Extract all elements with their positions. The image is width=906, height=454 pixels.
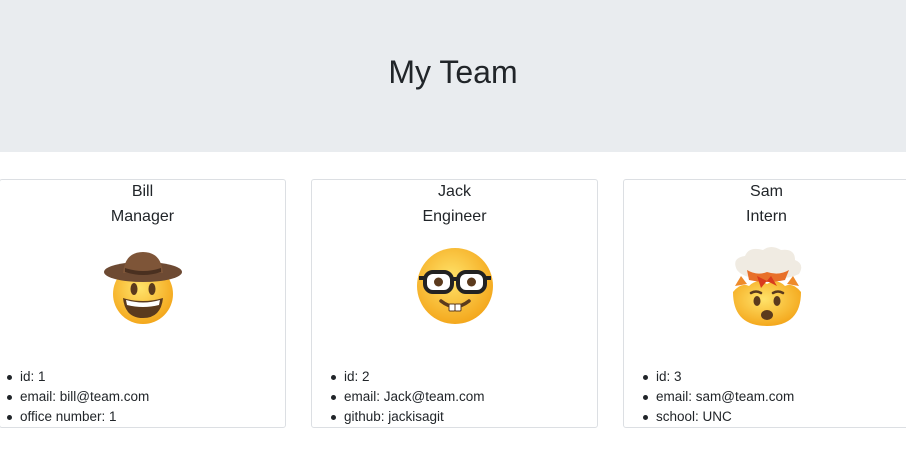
list-item: office number: 1	[6, 407, 149, 427]
employee-card-bill: Bill Manager id: 1 email: bill@team.com …	[0, 179, 286, 428]
list-item: email: Jack@team.com	[330, 387, 485, 407]
employee-name: Sam	[750, 183, 783, 200]
employee-name: Jack	[438, 183, 471, 200]
employee-role: Intern	[746, 208, 787, 225]
employee-details: id: 1 email: bill@team.com office number…	[6, 367, 149, 427]
employee-details: id: 3 email: sam@team.com school: UNC	[642, 367, 794, 427]
list-item: github: jackisagit	[330, 407, 485, 427]
cowboy-face-icon	[103, 252, 182, 324]
list-item: id: 3	[642, 367, 794, 387]
employee-card-jack: Jack Engineer id: 2 email: Jack@team.com…	[311, 179, 598, 428]
list-item: id: 1	[6, 367, 149, 387]
list-item: email: sam@team.com	[642, 387, 794, 407]
employee-details: id: 2 email: Jack@team.com github: jacki…	[330, 367, 485, 427]
employee-role: Engineer	[422, 208, 487, 225]
list-item: school: UNC	[642, 407, 794, 427]
employee-card-sam: Sam Intern id: 3 email: sam@team.com sch…	[623, 179, 906, 428]
list-item: email: bill@team.com	[6, 387, 149, 407]
employee-name: Bill	[131, 183, 154, 200]
page-title: My Team	[388, 53, 518, 90]
exploding-head-icon	[732, 247, 801, 326]
nerd-face-icon	[416, 248, 493, 324]
list-item: id: 2	[330, 367, 485, 387]
employee-role: Manager	[110, 208, 175, 225]
page-header: My Team	[0, 0, 906, 152]
